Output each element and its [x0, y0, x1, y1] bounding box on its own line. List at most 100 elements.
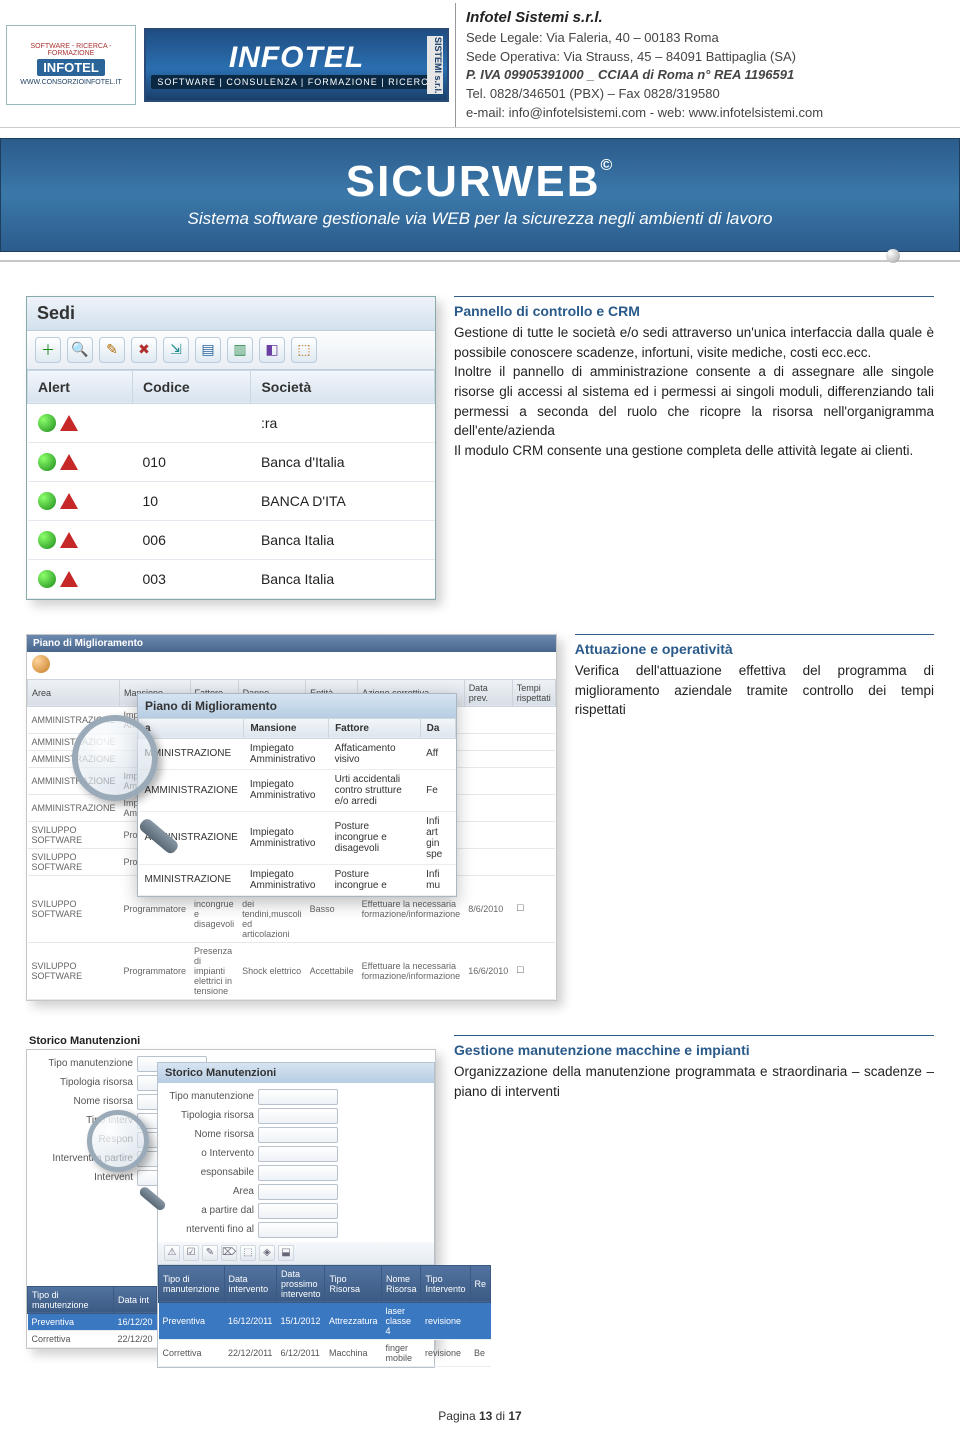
toolbar-delete-icon[interactable]: ✖: [131, 337, 157, 363]
toolbar-calendar-icon[interactable]: ▤: [195, 337, 221, 363]
storico-left-table: Tipo di manutenzioneData int Preventiva1…: [27, 1286, 157, 1348]
toolbar-report-icon[interactable]: ◧: [259, 337, 285, 363]
section-attuazione-text: Attuazione e operatività Verifica dell'a…: [575, 634, 934, 720]
header-logos: SOFTWARE - RICERCA - FORMAZIONE INFOTEL …: [0, 3, 455, 127]
toolbar-refresh-icon[interactable]: ✎: [99, 337, 125, 363]
table-row[interactable]: AMMINISTRAZIONEImpiegato AmministrativoU…: [139, 769, 456, 811]
tb-icon[interactable]: ⌦: [221, 1245, 237, 1261]
table-row[interactable]: SVILUPPO SOFTWAREProgrammatorePresenza d…: [28, 942, 556, 999]
consorzio-url: WWW.CONSORZIOINFOTEL.IT: [20, 79, 122, 86]
section-heading: Attuazione e operatività: [575, 634, 934, 659]
storico-title: Storico Manutenzioni: [29, 1035, 436, 1047]
status-dot-icon: [38, 531, 56, 549]
product-banner: SICURWEB© Sistema software gestionale vi…: [0, 138, 960, 252]
alert-triangle-icon: [60, 571, 78, 587]
piano-title: Piano di Miglioramento: [27, 635, 556, 652]
screenshot-storico: Storico Manutenzioni Tipo manutenzione T…: [26, 1035, 436, 1349]
company-details: Infotel Sistemi s.r.l. Sede Legale: Via …: [455, 3, 960, 127]
select[interactable]: [258, 1165, 338, 1181]
popup-table: a Mansione Fattore Da MMINISTRAZIONEImpi…: [138, 718, 456, 896]
section-heading: Pannello di controllo e CRM: [454, 296, 934, 321]
section-attuazione: Piano di Miglioramento Area Mansione Fat…: [26, 634, 934, 1001]
table-row[interactable]: Preventiva16/12/201115/1/2012Attrezzatur…: [159, 1302, 491, 1339]
company-phone: Tel. 0828/346501 (PBX) – Fax 0828/319580: [466, 85, 950, 104]
section-body: Il modulo CRM consente una gestione comp…: [454, 441, 934, 461]
section-crm-text: Pannello di controllo e CRM Gestione di …: [454, 296, 934, 460]
tb-icon[interactable]: ☑: [183, 1245, 199, 1261]
table-row[interactable]: :ra: [28, 403, 435, 442]
storico-popup: Storico Manutenzioni Tipo manutenzione T…: [157, 1062, 435, 1368]
page-current: 13: [479, 1409, 492, 1423]
status-dot-icon: [38, 453, 56, 471]
screenshot-piano: Piano di Miglioramento Area Mansione Fat…: [26, 634, 557, 1001]
table-row[interactable]: Correttiva22/12/20: [28, 1330, 157, 1347]
toolbar-chart-icon[interactable]: ▥: [227, 337, 253, 363]
table-row[interactable]: AMMINISTRAZIONEImpiegato AmministrativoP…: [139, 811, 456, 864]
toolbar-search-icon[interactable]: 🔍: [67, 337, 93, 363]
infotel-brand: INFOTEL: [229, 41, 364, 75]
alert-triangle-icon: [60, 532, 78, 548]
status-dot-icon: [38, 414, 56, 432]
toolbar-add-icon[interactable]: ＋: [35, 337, 61, 363]
table-row[interactable]: 010Banca d'Italia: [28, 442, 435, 481]
date-input[interactable]: [258, 1222, 338, 1238]
table-row[interactable]: Correttiva22/12/20116/12/2011Macchinafin…: [159, 1339, 491, 1366]
tb-icon[interactable]: ⬚: [240, 1245, 256, 1261]
date-input[interactable]: [258, 1203, 338, 1219]
storico-popup-table: Tipo di manutenzione Data intervento Dat…: [158, 1265, 491, 1367]
piano-popup: Piano di Miglioramento a Mansione Fattor…: [137, 693, 457, 897]
consorzio-logo: SOFTWARE - RICERCA - FORMAZIONE INFOTEL …: [6, 25, 136, 105]
section-body: Organizzazione della manutenzione progra…: [454, 1062, 934, 1101]
company-email: e-mail: info@infotelsistemi.com - web: w…: [466, 104, 950, 123]
sedi-panel-title: Sedi: [27, 297, 435, 331]
section-crm: Sedi ＋ 🔍 ✎ ✖ ⇲ ▤ ▥ ◧ ⬚ Alert Codice Soci…: [26, 296, 934, 600]
table-row[interactable]: MMINISTRAZIONEImpiegato AmministrativoPo…: [139, 864, 456, 895]
select[interactable]: [258, 1127, 338, 1143]
select[interactable]: [258, 1146, 338, 1162]
storico-popup-title: Storico Manutenzioni: [158, 1063, 434, 1083]
alert-triangle-icon: [60, 415, 78, 431]
select[interactable]: [258, 1089, 338, 1105]
table-row[interactable]: MMINISTRAZIONEImpiegato AmministrativoAf…: [139, 738, 456, 769]
status-dot-icon: [38, 492, 56, 510]
select[interactable]: [258, 1184, 338, 1200]
company-address-legal: Sede Legale: Via Faleria, 40 – 00183 Rom…: [466, 29, 950, 48]
product-title: SICURWEB©: [346, 157, 615, 207]
tb-icon[interactable]: ✎: [202, 1245, 218, 1261]
tb-icon[interactable]: ⚠: [164, 1245, 180, 1261]
alert-triangle-icon: [60, 493, 78, 509]
infotel-side: SISTEMI s.r.l.: [427, 36, 443, 94]
col-alert[interactable]: Alert: [28, 370, 133, 403]
infotel-strapline: SOFTWARE | CONSULENZA | FORMAZIONE | RIC…: [151, 75, 441, 89]
toolbar-open-icon[interactable]: ⇲: [163, 337, 189, 363]
infotel-logo: INFOTEL SOFTWARE | CONSULENZA | FORMAZIO…: [144, 28, 449, 102]
section-heading: Gestione manutenzione macchine e impiant…: [454, 1035, 934, 1060]
screenshot-sedi: Sedi ＋ 🔍 ✎ ✖ ⇲ ▤ ▥ ◧ ⬚ Alert Codice Soci…: [26, 296, 436, 600]
alert-triangle-icon: [60, 454, 78, 470]
table-row[interactable]: 003Banca Italia: [28, 559, 435, 598]
company-vat: P. IVA 09905391000 _ CCIAA di Roma n° RE…: [466, 66, 950, 85]
consorzio-name: INFOTEL: [37, 59, 105, 76]
product-subtitle: Sistema software gestionale via WEB per …: [11, 209, 949, 229]
sedi-toolbar: ＋ 🔍 ✎ ✖ ⇲ ▤ ▥ ◧ ⬚: [27, 331, 435, 370]
col-societa[interactable]: Società: [251, 370, 435, 403]
toolbar-export-icon[interactable]: ⬚: [291, 337, 317, 363]
page-header: SOFTWARE - RICERCA - FORMAZIONE INFOTEL …: [0, 0, 960, 128]
consorzio-tagline: SOFTWARE - RICERCA - FORMAZIONE: [7, 43, 135, 57]
sedi-table: Alert Codice Società :ra 010Banca d'Ital…: [27, 370, 435, 599]
section-manutenzione-text: Gestione manutenzione macchine e impiant…: [454, 1035, 934, 1101]
tb-icon[interactable]: ⬓: [278, 1245, 294, 1261]
select[interactable]: [258, 1108, 338, 1124]
table-row[interactable]: 10BANCA D'ITA: [28, 481, 435, 520]
table-row[interactable]: 006Banca Italia: [28, 520, 435, 559]
col-codice[interactable]: Codice: [133, 370, 251, 403]
tb-icon[interactable]: ◈: [259, 1245, 275, 1261]
section-manutenzione: Storico Manutenzioni Tipo manutenzione T…: [26, 1035, 934, 1349]
magnifier-icon: [87, 1110, 167, 1190]
magnifier-icon: [72, 715, 182, 825]
table-row[interactable]: Preventiva16/12/20: [28, 1313, 157, 1330]
section-body: Inoltre il pannello di amministrazione c…: [454, 362, 934, 440]
page-footer: Pagina 13 di 17: [0, 1409, 960, 1443]
status-dot-icon: [38, 570, 56, 588]
user-icon: [32, 655, 50, 673]
